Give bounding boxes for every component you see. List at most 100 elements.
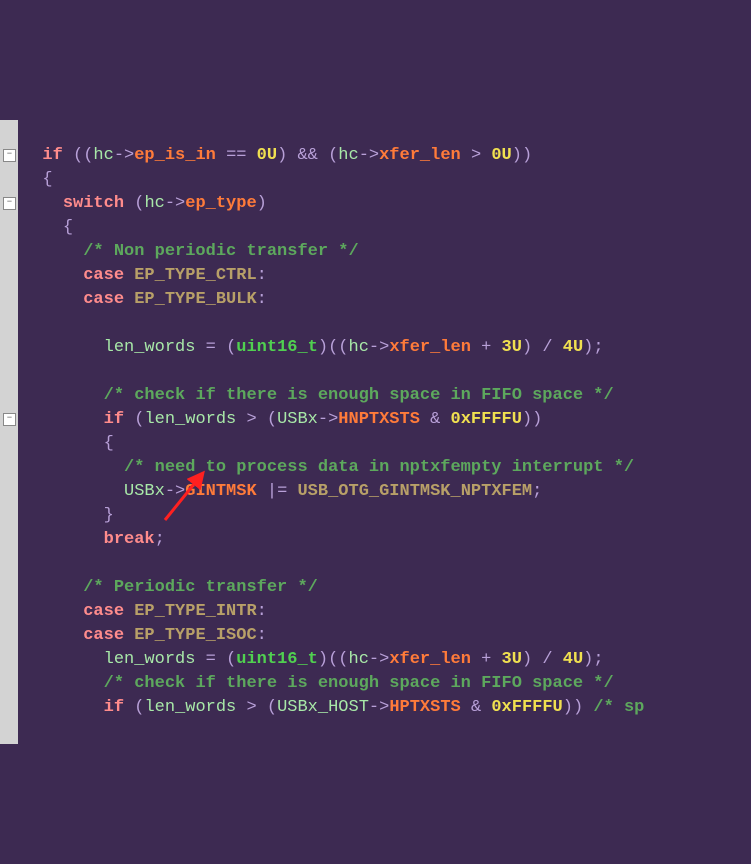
code-line[interactable]: case EP_TYPE_CTRL: — [22, 266, 267, 285]
comment: /* Periodic transfer */ — [83, 578, 318, 597]
paren: ) — [257, 194, 267, 213]
code-line[interactable]: case EP_TYPE_BULK: — [22, 290, 267, 309]
op-and: && — [297, 146, 317, 165]
op-assign: = — [206, 650, 216, 669]
op-arrow: -> — [318, 410, 338, 429]
op-eq: == — [226, 146, 246, 165]
paren: ( — [83, 146, 93, 165]
keyword-if: if — [42, 146, 62, 165]
paren: ) — [522, 146, 532, 165]
comment: /* check if there is enough space in FIF… — [104, 674, 614, 693]
type: uint16_t — [236, 650, 318, 669]
code-area[interactable]: if ((hc->ep_is_in == 0U) && (hc->xfer_le… — [18, 120, 644, 744]
code-line[interactable]: case EP_TYPE_INTR: — [22, 602, 267, 621]
paren: ( — [328, 650, 338, 669]
op-assign: = — [206, 338, 216, 357]
fold-toggle[interactable]: − — [3, 149, 16, 162]
op-gt: > — [471, 146, 481, 165]
code-line[interactable]: case EP_TYPE_ISOC: — [22, 626, 267, 645]
colon: : — [257, 266, 267, 285]
brace: { — [63, 218, 73, 237]
keyword-if: if — [104, 410, 124, 429]
identifier: USBx_HOST — [277, 698, 369, 717]
paren: ) — [522, 410, 532, 429]
paren: ( — [338, 338, 348, 357]
constant: EP_TYPE_INTR — [134, 602, 256, 621]
code-line[interactable] — [22, 314, 32, 333]
comment: /* sp — [593, 698, 644, 717]
code-line[interactable]: /* check if there is enough space in FIF… — [22, 386, 614, 405]
code-line[interactable]: /* Non periodic transfer */ — [22, 242, 359, 261]
paren: ( — [267, 410, 277, 429]
paren: ) — [532, 410, 542, 429]
member: ep_type — [185, 194, 256, 213]
code-line[interactable]: { — [22, 434, 114, 453]
keyword-case: case — [83, 290, 124, 309]
op-oreq: |= — [267, 482, 287, 501]
code-line[interactable]: if (len_words > (USBx_HOST->HPTXSTS & 0x… — [22, 698, 644, 717]
code-line[interactable]: } — [22, 506, 114, 525]
code-line[interactable]: switch (hc->ep_type) — [22, 194, 267, 213]
fold-toggle[interactable]: − — [3, 413, 16, 426]
op-plus: + — [481, 338, 491, 357]
number: 4U — [563, 338, 583, 357]
identifier: hc — [349, 650, 369, 669]
code-line[interactable]: len_words = (uint16_t)((hc->xfer_len + 3… — [22, 650, 604, 669]
identifier: len_words — [144, 410, 236, 429]
fold-toggle[interactable]: − — [3, 197, 16, 210]
constant: EP_TYPE_BULK — [134, 290, 256, 309]
number: 0U — [491, 146, 511, 165]
op-gt: > — [246, 698, 256, 717]
code-editor[interactable]: − − − if ((hc->ep_is_in == 0U) && (hc->x… — [0, 120, 751, 744]
code-line[interactable]: /* need to process data in nptxfempty in… — [22, 458, 634, 477]
code-line[interactable]: len_words = (uint16_t)((hc->xfer_len + 3… — [22, 338, 604, 357]
paren: ( — [328, 146, 338, 165]
number: 3U — [502, 338, 522, 357]
paren: ( — [267, 698, 277, 717]
code-line[interactable] — [22, 362, 32, 381]
op-arrow: -> — [114, 146, 134, 165]
paren: ) — [583, 338, 593, 357]
brace: } — [104, 506, 114, 525]
keyword-break: break — [104, 530, 155, 549]
keyword-case: case — [83, 266, 124, 285]
member: HPTXSTS — [389, 698, 460, 717]
paren: ( — [328, 338, 338, 357]
code-line[interactable]: { — [22, 218, 73, 237]
code-line[interactable] — [22, 554, 32, 573]
identifier: hc — [93, 146, 113, 165]
semicolon: ; — [593, 338, 603, 357]
comment: /* check if there is enough space in FIF… — [104, 386, 614, 405]
comment: /* Non periodic transfer */ — [83, 242, 358, 261]
number: 0xFFFFU — [491, 698, 562, 717]
brace: { — [42, 170, 52, 189]
identifier: len_words — [104, 650, 196, 669]
member: ep_is_in — [134, 146, 216, 165]
op-amp: & — [471, 698, 481, 717]
paren: ) — [318, 650, 328, 669]
semicolon: ; — [155, 530, 165, 549]
op-div: / — [542, 338, 552, 357]
code-line[interactable]: /* check if there is enough space in FIF… — [22, 674, 614, 693]
code-line[interactable]: /* Periodic transfer */ — [22, 578, 318, 597]
code-line[interactable]: USBx->GINTMSK |= USB_OTG_GINTMSK_NPTXFEM… — [22, 482, 542, 501]
keyword-case: case — [83, 626, 124, 645]
paren: ( — [134, 410, 144, 429]
colon: : — [257, 602, 267, 621]
paren: ( — [73, 146, 83, 165]
type: uint16_t — [236, 338, 318, 357]
semicolon: ; — [593, 650, 603, 669]
op-arrow: -> — [359, 146, 379, 165]
colon: : — [257, 626, 267, 645]
paren: ) — [318, 338, 328, 357]
op-arrow: -> — [165, 194, 185, 213]
member: HNPTXSTS — [338, 410, 420, 429]
paren: ) — [563, 698, 573, 717]
code-line[interactable]: break; — [22, 530, 165, 549]
code-line[interactable]: if ((hc->ep_is_in == 0U) && (hc->xfer_le… — [22, 146, 532, 165]
paren: ( — [226, 650, 236, 669]
op-div: / — [542, 650, 552, 669]
paren: ( — [134, 194, 144, 213]
code-line[interactable]: if (len_words > (USBx->HNPTXSTS & 0xFFFF… — [22, 410, 542, 429]
identifier: len_words — [144, 698, 236, 717]
